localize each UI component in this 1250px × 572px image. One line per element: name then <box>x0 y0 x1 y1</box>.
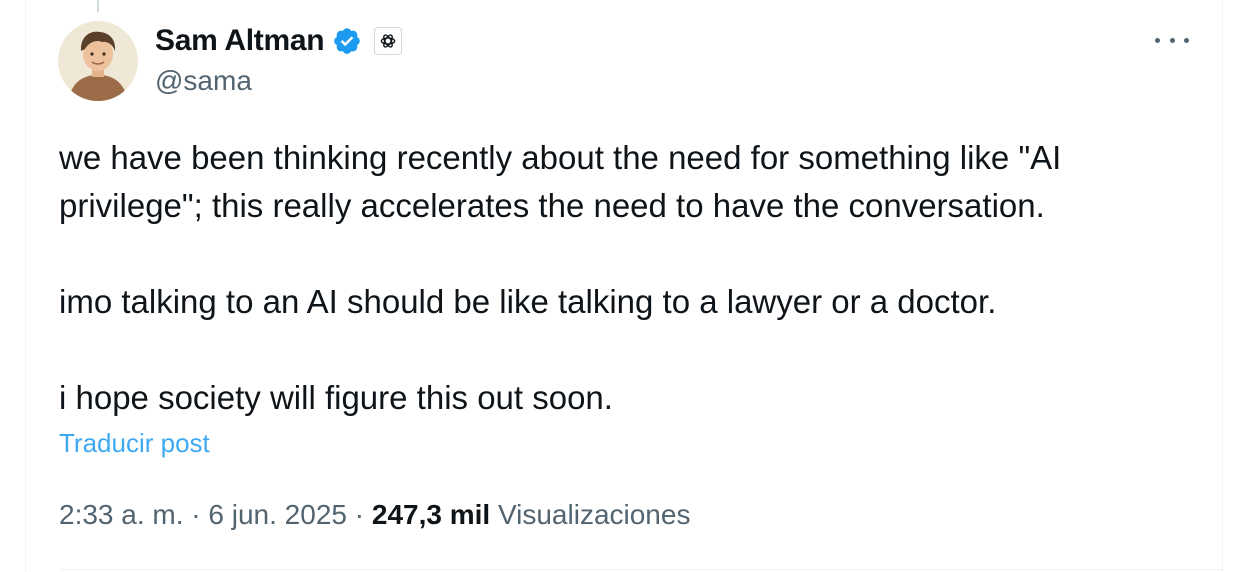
meta-separator: · <box>354 499 365 530</box>
translate-post-link[interactable]: Traducir post <box>59 428 210 459</box>
more-dot <box>1169 37 1175 43</box>
openai-logo-icon[interactable] <box>374 27 403 55</box>
tweet-paragraph: imo talking to an AI should be like talk… <box>59 283 997 320</box>
views-label: Visualizaciones <box>497 499 691 530</box>
tweet-text: we have been thinking recently about the… <box>59 134 1179 422</box>
cartoon-portrait-avatar-icon <box>58 21 138 101</box>
avatar[interactable] <box>58 21 138 101</box>
tweet-meta: 2:33 a. m. · 6 jun. 2025 · 247,3 mil Vis… <box>59 499 690 531</box>
divider <box>59 569 1223 570</box>
thread-connector-line <box>97 0 99 12</box>
tweet-paragraph: i hope society will figure this out soon… <box>59 379 613 416</box>
author-name-row: Sam Altman <box>155 22 403 60</box>
more-dot <box>1184 37 1189 43</box>
tweet-paragraph: we have been thinking recently about the… <box>59 139 1062 224</box>
author-handle[interactable]: @sama <box>155 65 252 97</box>
tweet-date[interactable]: 6 jun. 2025 <box>208 499 347 530</box>
views-count: 247,3 mil <box>371 499 491 530</box>
author-display-name[interactable]: Sam Altman <box>155 24 325 58</box>
tweet-time[interactable]: 2:33 a. m. <box>59 499 184 530</box>
more-dot <box>1155 37 1160 43</box>
more-options-icon[interactable] <box>1155 28 1189 52</box>
verified-badge-icon[interactable] <box>332 26 362 56</box>
meta-separator: · <box>191 499 201 530</box>
